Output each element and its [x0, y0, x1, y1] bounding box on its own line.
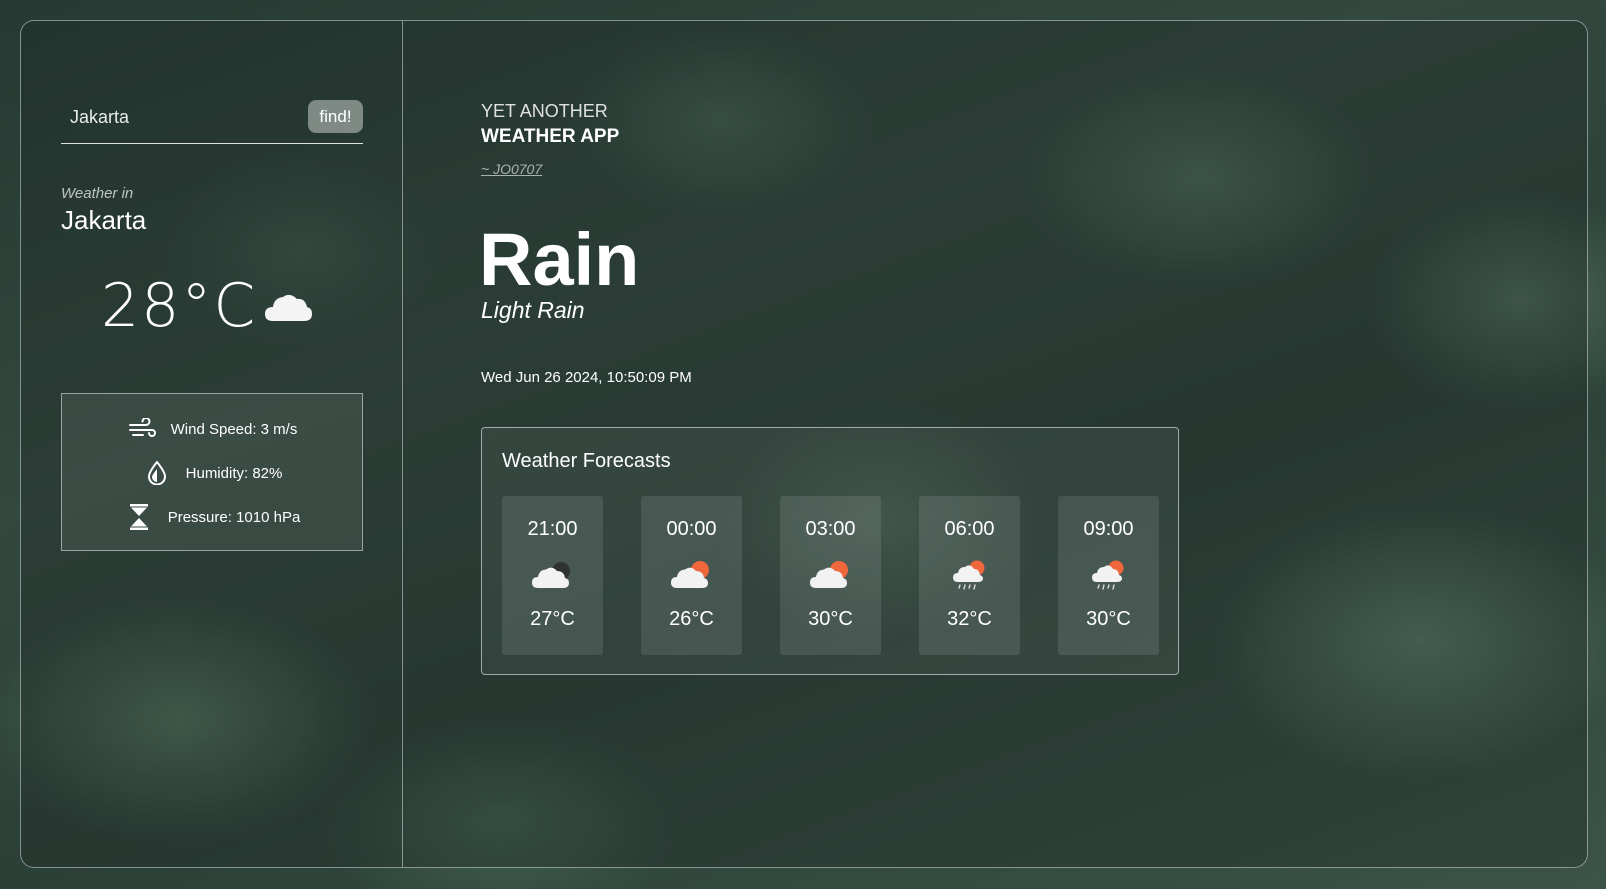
wind-speed-row: Wind Speed: 3 m/s [62, 414, 362, 444]
humidity-row: Humidity: 82% [62, 458, 362, 488]
wind-icon [127, 418, 157, 440]
search-input[interactable] [61, 99, 301, 135]
pressure-row: Pressure: 1010 hPa [62, 502, 362, 532]
wind-speed-label: Wind Speed: 3 m/s [170, 420, 298, 438]
weather-in-label: Weather in [61, 185, 134, 202]
humidity-label: Humidity: 82% [185, 464, 283, 482]
weather-description: Light Rain [481, 297, 585, 323]
author-link[interactable]: ~ JO0707 [481, 161, 542, 177]
main-panel: YET ANOTHER WEATHER APP ~ JO0707 Rain Li… [479, 21, 1587, 867]
forecast-card: 06:00 32°C [919, 496, 1020, 655]
current-datetime: Wed Jun 26 2024, 10:50:09 PM [481, 369, 692, 386]
forecast-temp: 27°C [530, 608, 575, 630]
forecast-title: Weather Forecasts [502, 450, 671, 472]
forecast-card: 21:00 27°C [502, 496, 603, 655]
forecast-temp: 30°C [808, 608, 853, 630]
cloud-sun-icon [670, 558, 714, 592]
cloud-icon [263, 289, 313, 330]
search-bar: find! [61, 99, 363, 144]
forecast-temp: 32°C [947, 608, 992, 630]
cloud-sun-rain-icon [948, 558, 992, 592]
sidebar: find! Weather in Jakarta 28°C Wind Speed… [21, 21, 403, 867]
details-panel: Wind Speed: 3 m/s Humidity: 82% Pressure… [61, 393, 363, 551]
weather-condition: Rain [479, 218, 640, 301]
forecast-time: 09:00 [1083, 518, 1134, 540]
forecast-card: 00:00 26°C [641, 496, 742, 655]
forecast-card: 03:00 30°C [780, 496, 881, 655]
forecast-temp: 26°C [669, 608, 714, 630]
forecast-panel: Weather Forecasts 21:00 27°C 00:00 26°C … [481, 427, 1179, 675]
current-temperature: 28°C [101, 271, 258, 341]
forecast-time: 03:00 [805, 518, 856, 540]
find-button[interactable]: find! [308, 100, 363, 133]
city-name: Jakarta [61, 205, 147, 235]
app-title-line1: YET ANOTHER [481, 101, 608, 121]
cloud-moon-icon [531, 558, 575, 592]
forecast-time: 21:00 [527, 518, 578, 540]
pressure-icon [124, 504, 154, 530]
app-frame: find! Weather in Jakarta 28°C Wind Speed… [20, 20, 1588, 868]
cloud-sun-rain-icon [1087, 558, 1131, 592]
cloud-sun-icon [809, 558, 853, 592]
pressure-label: Pressure: 1010 hPa [167, 508, 301, 526]
humidity-drop-icon [142, 461, 172, 485]
forecast-time: 06:00 [944, 518, 995, 540]
forecast-time: 00:00 [666, 518, 717, 540]
forecast-temp: 30°C [1086, 608, 1131, 630]
forecast-card: 09:00 30°C [1058, 496, 1159, 655]
app-title-line2: WEATHER APP [481, 126, 620, 147]
